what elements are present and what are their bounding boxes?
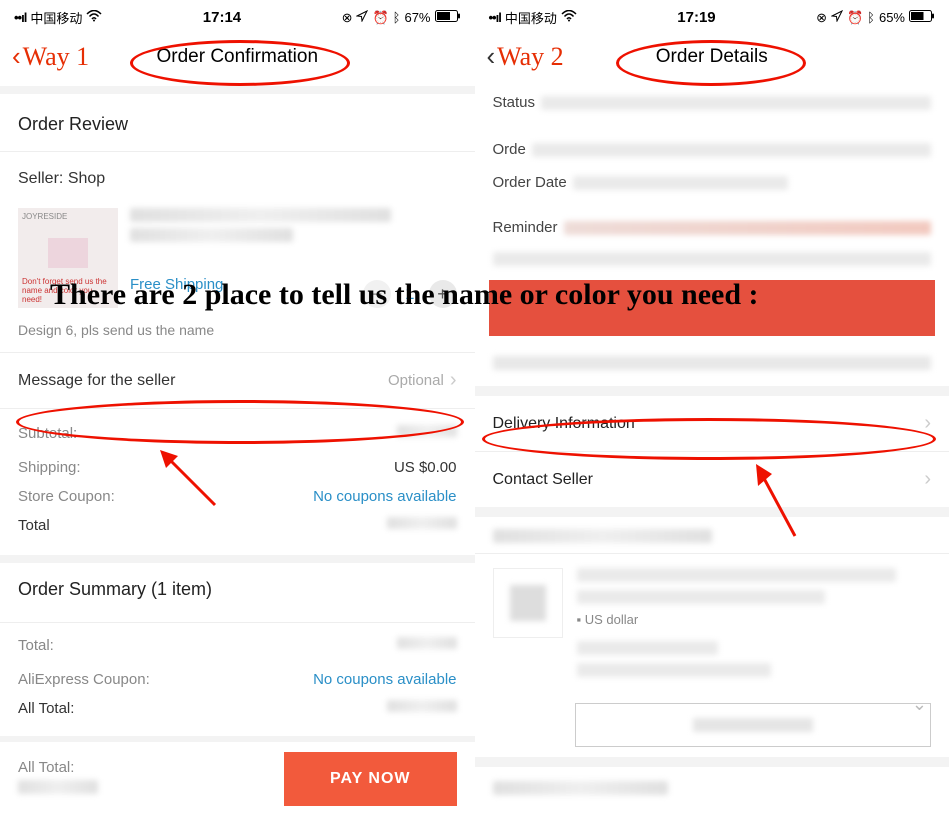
message-seller-label: Message for the seller [18, 372, 175, 390]
pay-bar: All Total: PAY NOW [0, 742, 475, 812]
order-review-heading: Order Review [0, 94, 475, 151]
message-for-seller-row[interactable]: Message for the seller Optional › [0, 353, 475, 408]
total-label: Total [18, 517, 50, 539]
battery-icon [435, 10, 461, 25]
orientation-lock-icon: ⊗ [342, 10, 353, 26]
clock: 17:19 [677, 9, 715, 26]
screenshot-way-1: 中国移动 17:14 ⊗ ⏰ ᛒ 67% ‹ Way 1 Order Confi… [0, 0, 475, 830]
bluetooth-icon: ᛒ [867, 10, 875, 25]
all-total-label: All Total: [18, 700, 74, 722]
optional-label: Optional [388, 372, 444, 389]
pay-now-button[interactable]: PAY NOW [284, 752, 457, 806]
subtotal-label: Subtotal: [18, 425, 77, 447]
order-date-label: Order Date [493, 174, 567, 191]
order-meta-list: Status Orde Order Date Reminder [475, 86, 949, 274]
chevron-down-icon[interactable]: ⌄ [912, 694, 927, 715]
chevron-right-icon: › [924, 412, 931, 435]
aliexpress-coupon-value[interactable]: No coupons available [313, 671, 456, 688]
shipping-label: Shipping: [18, 459, 81, 476]
location-icon [831, 10, 843, 25]
product-thumbnail: JOYRESIDE Don't forget send us the name … [18, 208, 118, 308]
title-bar: ‹ Way 2 Order Details [475, 31, 949, 86]
all-total-2-label: All Total: [18, 759, 74, 776]
battery-pct: 67% [404, 10, 430, 25]
red-banner [489, 280, 936, 336]
status-label: Status [493, 94, 536, 111]
product-row[interactable]: ▪ US dollar ⌄ [475, 554, 949, 699]
wifi-icon [86, 10, 102, 25]
annotation-way-1: Way 1 [23, 42, 90, 72]
location-icon [356, 10, 368, 25]
contact-seller-label: Contact Seller [493, 471, 594, 489]
back-icon[interactable]: ‹ [487, 41, 496, 72]
carrier-label: 中国移动 [505, 8, 557, 27]
orientation-lock-icon: ⊗ [816, 10, 827, 26]
battery-pct: 65% [879, 10, 905, 25]
alarm-icon: ⏰ [372, 10, 388, 26]
product-thumbnail [493, 568, 563, 638]
quantity-stepper[interactable]: − 1 + [363, 280, 456, 308]
order-summary-heading: Order Summary (1 item) [0, 563, 475, 622]
shipping-value: US $0.00 [394, 459, 457, 476]
carrier-label: 中国移动 [30, 8, 82, 27]
screenshot-way-2: 中国移动 17:19 ⊗ ⏰ ᛒ 65% ‹ Way 2 Order Detai… [475, 0, 949, 830]
reminder-label: Reminder [493, 219, 558, 236]
quantity-value: 1 [405, 284, 414, 304]
back-icon[interactable]: ‹ [12, 41, 21, 72]
status-bar: 中国移动 17:19 ⊗ ⏰ ᛒ 65% [475, 0, 949, 31]
delivery-label: Delivery Information [493, 415, 635, 433]
seller-row: Seller: Shop [0, 152, 475, 198]
minus-icon[interactable]: − [363, 280, 391, 308]
battery-icon [909, 10, 935, 25]
clock: 17:14 [203, 9, 241, 26]
alarm-icon: ⏰ [847, 10, 863, 26]
signal-icon [14, 10, 26, 25]
title-bar: ‹ Way 1 Order Confirmation [0, 31, 475, 86]
annotation-way-2: Way 2 [497, 42, 564, 72]
variant-note: Design 6, pls send us the name [0, 316, 475, 352]
currency-label: ▪ US dollar [577, 612, 932, 627]
order-id-label: Orde [493, 141, 526, 158]
wifi-icon [561, 10, 577, 25]
summary-total-label: Total: [18, 637, 54, 659]
store-coupon-label: Store Coupon: [18, 488, 115, 505]
status-bar: 中国移动 17:14 ⊗ ⏰ ᛒ 67% [0, 0, 475, 31]
plus-icon[interactable]: + [429, 280, 457, 308]
signal-icon [489, 10, 501, 25]
product-row[interactable]: JOYRESIDE Don't forget send us the name … [0, 198, 475, 316]
delivery-information-row[interactable]: Delivery Information › [475, 396, 949, 451]
store-coupon-value[interactable]: No coupons available [313, 488, 456, 505]
bluetooth-icon: ᛒ [393, 10, 401, 25]
chevron-right-icon: › [450, 369, 457, 392]
action-button[interactable] [575, 703, 932, 747]
aliexpress-coupon-label: AliExpress Coupon: [18, 671, 150, 688]
contact-seller-row[interactable]: Contact Seller › [475, 452, 949, 507]
chevron-right-icon: › [924, 468, 931, 491]
